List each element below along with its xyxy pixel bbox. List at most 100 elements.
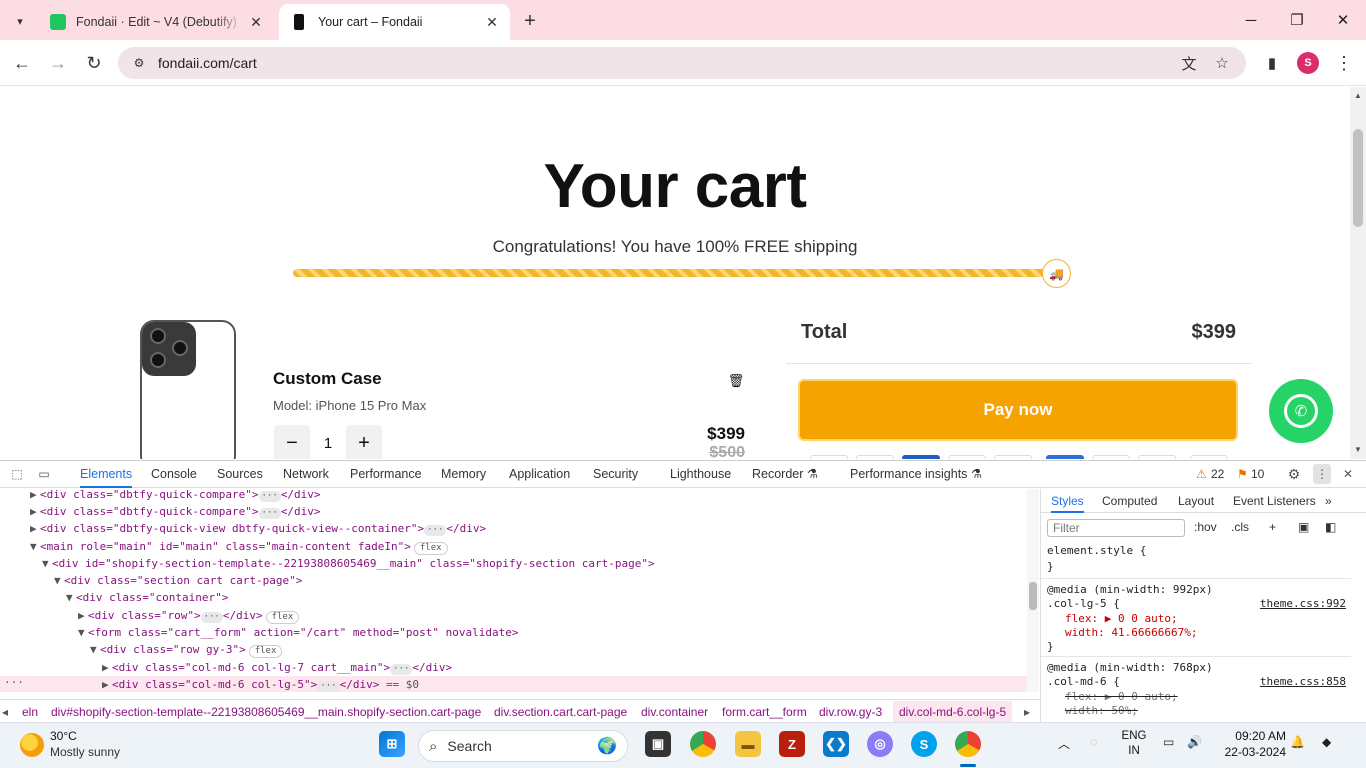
url-text[interactable]: fondaii.com/cart: [158, 55, 257, 71]
dom-node[interactable]: ▶ <div class="dbtfy-quick-view dbtfy-quic…: [30, 520, 486, 537]
filezilla-icon[interactable]: Z: [779, 731, 805, 757]
dom-node[interactable]: ▼ <main role="main" id="main" class="main…: [30, 538, 448, 555]
tab-event-listeners[interactable]: Event Listeners: [1233, 489, 1316, 513]
copilot-icon[interactable]: ◆: [1322, 735, 1331, 749]
weather-sun-icon[interactable]: [20, 733, 44, 757]
skype-icon[interactable]: S: [911, 731, 937, 757]
back-icon[interactable]: ←: [9, 50, 35, 76]
scrollbar-thumb[interactable]: [1029, 582, 1037, 610]
issues-icon[interactable]: ⚑: [1237, 467, 1248, 481]
devtools-tab-application[interactable]: Application: [509, 461, 570, 488]
devtools-menu-icon[interactable]: ⋮: [1313, 464, 1331, 484]
add-rule-icon[interactable]: +: [1269, 520, 1276, 534]
breadcrumb-item[interactable]: div.section.cart.cart-page: [494, 705, 627, 719]
show-hidden-icons-icon[interactable]: ︿: [1058, 735, 1070, 752]
decrease-quantity-button[interactable]: −: [274, 425, 310, 459]
language-indicator[interactable]: ENG IN: [1120, 729, 1148, 759]
page-scrollbar[interactable]: ▲ ▼: [1350, 87, 1366, 459]
tab-styles[interactable]: Styles: [1051, 489, 1084, 513]
chrome-icon[interactable]: [690, 731, 716, 757]
device-toolbar-icon[interactable]: ▭: [35, 466, 53, 482]
notification-bell-icon[interactable]: 🔔: [1290, 735, 1305, 749]
taskbar-search[interactable]: ⌕ Search 🌍: [418, 730, 628, 762]
inspect-element-icon[interactable]: ⬚: [8, 466, 26, 482]
menu-kebab-icon[interactable]: ⋮: [1331, 50, 1357, 76]
dom-node[interactable]: ▼ <form class="cart__form" action="/cart"…: [78, 624, 518, 641]
devtools-tab-performance-insights[interactable]: Performance insights ⚗: [850, 461, 982, 488]
paint-icon[interactable]: ▣: [1298, 520, 1309, 534]
weather-condition[interactable]: Mostly sunny: [50, 745, 120, 759]
css-property-overridden[interactable]: width: 50%;: [1065, 703, 1138, 718]
rule-selector[interactable]: .col-md-6 {: [1047, 674, 1120, 689]
volume-icon[interactable]: 🔊: [1187, 735, 1202, 749]
close-window-icon[interactable]: ✕: [1328, 6, 1358, 34]
restore-icon[interactable]: ❐: [1282, 6, 1312, 34]
breadcrumb-right-icon[interactable]: ▸: [1024, 705, 1030, 719]
minimize-icon[interactable]: ─: [1236, 6, 1266, 34]
devtools-tab-memory[interactable]: Memory: [441, 461, 486, 488]
new-tab-icon[interactable]: +: [518, 9, 542, 33]
css-property-overridden[interactable]: flex: ▶ 0 0 auto;: [1065, 689, 1178, 704]
more-tabs-icon[interactable]: »: [1325, 489, 1332, 513]
breadcrumb-item-current[interactable]: div.col-md-6.col-lg-5: [893, 701, 1013, 723]
pay-now-button[interactable]: Pay now: [798, 379, 1238, 441]
network-status-icon[interactable]: ◌: [1090, 735, 1097, 749]
chrome-profile-icon[interactable]: [955, 731, 981, 757]
dom-node[interactable]: ▼ <div id="shopify-section-template--2219…: [42, 555, 655, 572]
clock-date[interactable]: 22-03-2024: [1216, 745, 1286, 759]
dom-node[interactable]: ▼ <div class="section cart cart-page">: [54, 572, 302, 589]
reload-icon[interactable]: ↻: [81, 50, 107, 76]
translate-icon[interactable]: 文: [1176, 52, 1202, 74]
devtools-tab-security[interactable]: Security: [593, 461, 638, 488]
file-explorer-icon[interactable]: ▬: [735, 731, 761, 757]
close-tab-icon[interactable]: ✕: [480, 10, 504, 34]
dom-node[interactable]: ▶ <div class="row"> ··· </div> flex: [78, 607, 300, 624]
increase-quantity-button[interactable]: +: [346, 425, 382, 459]
bookmark-star-icon[interactable]: ☆: [1209, 52, 1235, 74]
vscode-icon[interactable]: ❮❯: [823, 731, 849, 757]
dom-node[interactable]: ▶ <div class="col-md-6 col-lg-7 cart__mai…: [102, 659, 452, 676]
stylesheet-link[interactable]: theme.css:992: [1260, 596, 1346, 611]
warning-icon[interactable]: ⚠: [1196, 467, 1207, 481]
breadcrumb-item[interactable]: div.row.gy-3: [819, 705, 882, 719]
styles-filter-input[interactable]: Filter: [1047, 519, 1185, 537]
close-tab-icon[interactable]: ✕: [244, 10, 268, 34]
dom-node[interactable]: ▼ <div class="container">: [66, 589, 228, 606]
settings-gear-icon[interactable]: ⚙: [1285, 466, 1303, 482]
monitor-icon[interactable]: ▭: [1163, 735, 1174, 749]
devtools-tab-console[interactable]: Console: [151, 461, 197, 488]
tab-your-cart[interactable]: Your cart – Fondaii ✕: [279, 4, 510, 40]
css-property[interactable]: width: 41.66666667%;: [1065, 625, 1197, 640]
devtools-tab-lighthouse[interactable]: Lighthouse: [670, 461, 731, 488]
issues-count[interactable]: 10: [1251, 467, 1264, 481]
breadcrumb-item[interactable]: eln: [22, 705, 38, 719]
dom-node[interactable]: ▼ <div class="row gy-3"> flex: [90, 641, 283, 658]
devtools-tab-elements[interactable]: Elements: [80, 461, 133, 488]
dom-node[interactable]: ▶ <div class="dbtfy-quick-compare"> ··· </d…: [30, 489, 321, 503]
trash-icon[interactable]: 🗑: [728, 373, 745, 389]
site-info-icon[interactable]: ⚙: [130, 54, 148, 72]
devtools-tab-performance[interactable]: Performance: [350, 461, 422, 488]
quantity-value[interactable]: 1: [310, 435, 346, 452]
start-menu-icon[interactable]: ⊞: [379, 731, 405, 757]
forward-icon[interactable]: →: [45, 50, 71, 76]
devtools-tab-recorder[interactable]: Recorder ⚗: [752, 461, 818, 488]
tab-search-icon[interactable]: ▾: [8, 9, 32, 33]
dom-node[interactable]: ▶ <div class="dbtfy-quick-compare"> ··· </d…: [30, 503, 321, 520]
task-view-icon[interactable]: ▣: [645, 731, 671, 757]
whatsapp-chat-button[interactable]: ✆: [1269, 379, 1333, 443]
profile-avatar[interactable]: S: [1297, 52, 1319, 74]
tab-layout[interactable]: Layout: [1178, 489, 1214, 513]
address-bar[interactable]: ⚙ fondaii.com/cart 文 ☆: [118, 47, 1246, 79]
stylesheet-link[interactable]: theme.css:858: [1260, 674, 1346, 689]
class-toggle[interactable]: .cls: [1231, 520, 1249, 534]
messenger-app-icon[interactable]: ◎: [867, 731, 893, 757]
warnings-count[interactable]: 22: [1211, 467, 1224, 481]
node-actions-icon[interactable]: ···: [4, 676, 24, 689]
sidebar-toggle-icon[interactable]: ◧: [1325, 520, 1336, 534]
devtools-tab-sources[interactable]: Sources: [217, 461, 263, 488]
css-property[interactable]: flex: ▶ 0 0 auto;: [1065, 611, 1178, 626]
scrollbar-thumb[interactable]: [1353, 129, 1363, 227]
element-style-rule[interactable]: element.style {: [1047, 543, 1146, 558]
rule-selector[interactable]: .col-lg-5 {: [1047, 596, 1120, 611]
